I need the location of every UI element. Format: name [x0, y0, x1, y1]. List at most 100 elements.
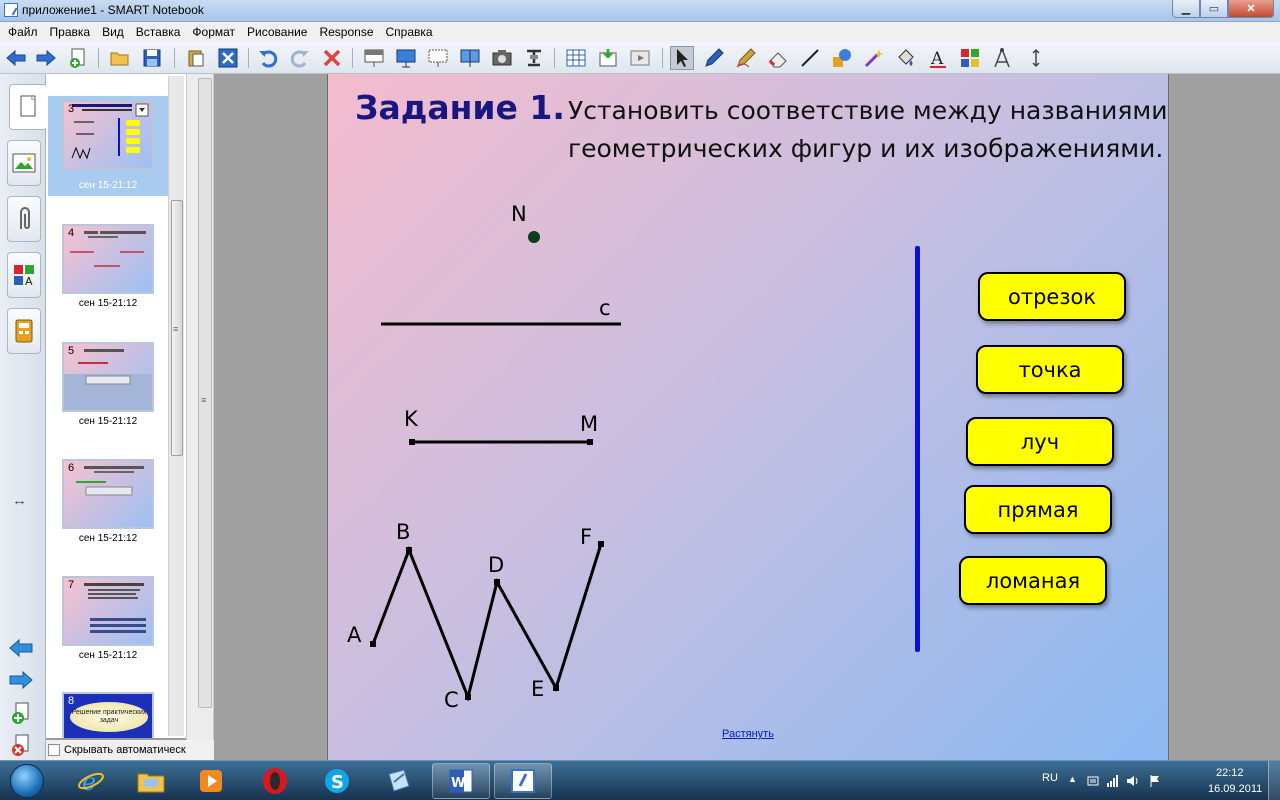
- thumbnail-image: [62, 100, 154, 170]
- close-button[interactable]: ✕: [1228, 0, 1274, 18]
- show-desktop-button[interactable]: [1268, 761, 1280, 800]
- media-icon[interactable]: [628, 46, 652, 70]
- menu-edit[interactable]: Правка: [44, 25, 97, 39]
- measurement-tools-icon[interactable]: [990, 46, 1014, 70]
- line-icon[interactable]: [798, 46, 822, 70]
- answer-lomanaya[interactable]: ломаная: [959, 556, 1107, 605]
- shapes-icon[interactable]: [830, 46, 854, 70]
- next-page-icon[interactable]: [8, 670, 34, 693]
- answer-tochka[interactable]: точка: [976, 345, 1124, 394]
- screen-shade-icon[interactable]: [362, 46, 386, 70]
- add-page-icon[interactable]: [66, 46, 90, 70]
- network-signal-icon[interactable]: [1106, 774, 1120, 788]
- gallery-tab[interactable]: [7, 140, 41, 186]
- delete-icon[interactable]: [320, 46, 344, 70]
- divider-line[interactable]: [915, 246, 920, 652]
- minimize-button[interactable]: ▁: [1172, 0, 1200, 18]
- select-pointer-icon[interactable]: [670, 46, 694, 70]
- pen-icon[interactable]: [702, 46, 726, 70]
- save-icon[interactable]: [140, 46, 164, 70]
- window-title: приложение1 - SMART Notebook: [22, 3, 204, 17]
- creative-pen-icon[interactable]: [734, 46, 758, 70]
- menu-draw[interactable]: Рисование: [241, 25, 313, 39]
- page-thumbnail-7[interactable]: 7 сен 15-21:12: [48, 572, 168, 672]
- taskbar-ie[interactable]: e: [62, 763, 120, 799]
- autohide-option[interactable]: Скрывать автоматическ: [46, 740, 214, 760]
- sorter-scrollbar[interactable]: ≡: [168, 76, 184, 736]
- thumbnail-caption: сен 15-21:12: [78, 180, 138, 191]
- magic-pen-icon[interactable]: [862, 46, 886, 70]
- internet-explorer-icon: e: [78, 768, 104, 795]
- previous-page-icon[interactable]: [8, 638, 34, 661]
- taskbar-media-player[interactable]: [182, 763, 240, 799]
- properties-icon[interactable]: [958, 46, 982, 70]
- point-n[interactable]: [528, 231, 540, 243]
- paste-icon[interactable]: [184, 46, 208, 70]
- taskbar-word[interactable]: W: [432, 763, 490, 799]
- insert-icon[interactable]: [596, 46, 620, 70]
- transparent-background-icon[interactable]: [426, 46, 450, 70]
- menu-response[interactable]: Response: [313, 25, 379, 39]
- open-folder-icon[interactable]: [108, 46, 132, 70]
- language-indicator[interactable]: RU: [1042, 772, 1058, 784]
- menu-file[interactable]: Файл: [2, 25, 44, 39]
- page-thumbnail-4[interactable]: 4 сен 15-21:12: [48, 220, 168, 320]
- answer-luch[interactable]: луч: [966, 417, 1114, 466]
- autohide-checkbox[interactable]: [48, 744, 60, 756]
- taskbar-notebook-tools[interactable]: [370, 763, 428, 799]
- forward-arrow-icon[interactable]: [34, 46, 58, 70]
- page-thumbnail-5[interactable]: 5 сен 15-21:12: [48, 338, 168, 438]
- volume-icon[interactable]: [1126, 774, 1140, 788]
- fill-icon[interactable]: [894, 46, 918, 70]
- page-sorter-tab[interactable]: [9, 84, 47, 130]
- eraser-icon[interactable]: [766, 46, 790, 70]
- text-icon[interactable]: A: [926, 46, 950, 70]
- add-page-side-icon[interactable]: [10, 702, 32, 729]
- menu-format[interactable]: Формат: [186, 25, 241, 39]
- taskbar-smart-notebook[interactable]: [494, 763, 552, 799]
- answer-pryamaya[interactable]: прямая: [964, 485, 1112, 534]
- back-arrow-icon[interactable]: [4, 46, 28, 70]
- page-thumbnail-3[interactable]: 3 сен 15-21:12: [48, 96, 168, 196]
- resize-horizontal-icon[interactable]: ↔: [12, 492, 27, 509]
- delete-page-side-icon[interactable]: [10, 734, 32, 761]
- menu-view[interactable]: Вид: [96, 25, 130, 39]
- maximize-button[interactable]: ▭: [1200, 0, 1228, 18]
- screen-capture-icon[interactable]: [490, 46, 514, 70]
- clock-time[interactable]: 22:12: [1216, 767, 1244, 779]
- redo-icon[interactable]: [288, 46, 312, 70]
- paperclip-icon: [20, 207, 30, 229]
- panel-scrollbar[interactable]: ≡: [198, 78, 212, 708]
- menu-insert[interactable]: Вставка: [130, 25, 187, 39]
- clock-date[interactable]: 16.09.2011: [1208, 783, 1262, 795]
- show-hidden-icons-icon[interactable]: ▲: [1068, 774, 1082, 788]
- start-button[interactable]: [2, 762, 52, 800]
- polyline-abcdef[interactable]: [371, 543, 603, 702]
- delete-page-icon[interactable]: [216, 46, 240, 70]
- page-thumbnail-8[interactable]: Решение практических задач 8: [48, 688, 168, 738]
- dual-page-icon[interactable]: [458, 46, 482, 70]
- attachments-tab[interactable]: [7, 196, 41, 242]
- properties-tab[interactable]: A: [7, 252, 41, 298]
- table-icon[interactable]: [564, 46, 588, 70]
- system-tray: RU ▲ 22:12 16.09.2011: [1020, 761, 1280, 800]
- document-camera-icon[interactable]: [522, 46, 546, 70]
- slide-canvas[interactable]: Задание 1. Установить соответствие между…: [327, 74, 1169, 760]
- taskbar-skype[interactable]: S: [308, 763, 366, 799]
- menu-help[interactable]: Справка: [380, 25, 439, 39]
- undo-icon[interactable]: [256, 46, 280, 70]
- answer-otrezok[interactable]: отрезок: [978, 272, 1126, 321]
- taskbar-explorer[interactable]: [122, 763, 180, 799]
- label-k: K: [404, 407, 418, 431]
- thumbnail-banner: Решение практических задач: [70, 702, 148, 732]
- stretch-page-link[interactable]: Растянуть: [722, 728, 774, 740]
- label-d: D: [488, 553, 505, 577]
- keyboard-icon[interactable]: [1086, 774, 1100, 788]
- addons-tab[interactable]: [7, 308, 41, 354]
- taskbar-opera[interactable]: [246, 763, 304, 799]
- full-screen-icon[interactable]: [394, 46, 418, 70]
- thumbnail-number: 4: [68, 227, 75, 239]
- toolbar-move-icon[interactable]: [1024, 46, 1048, 70]
- page-thumbnail-6[interactable]: 6 сен 15-21:12: [48, 455, 168, 555]
- action-center-flag-icon[interactable]: [1148, 774, 1162, 788]
